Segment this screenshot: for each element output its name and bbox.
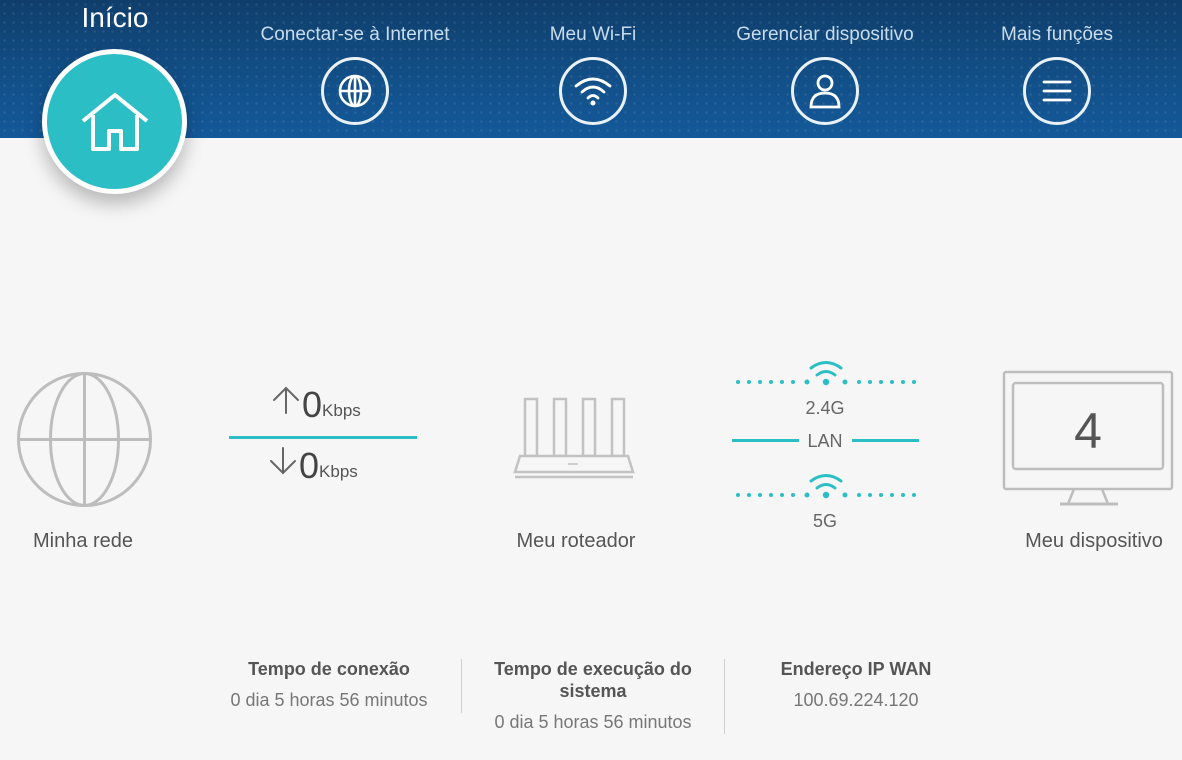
nav-manage-device[interactable]: Gerenciar dispositivo [715, 0, 935, 138]
router-icon[interactable] [512, 396, 636, 487]
lan-label: LAN [807, 431, 843, 451]
wan-ip-value: 100.69.224.120 [793, 690, 919, 710]
device-label: Meu dispositivo [1025, 530, 1163, 552]
wifi-5g-link [733, 473, 919, 506]
download-speed-unit: Kbps [319, 462, 358, 481]
wan-ip-title: Endereço IP WAN [780, 659, 932, 679]
lan-line-right [852, 439, 919, 442]
nav-home-label[interactable]: Início [0, 2, 230, 34]
info-divider [461, 659, 462, 713]
router-label: Meu roteador [516, 530, 636, 552]
menu-icon[interactable] [1023, 57, 1091, 125]
home-icon [47, 54, 182, 189]
download-arrow-icon [269, 446, 297, 481]
connection-time-value: 0 dia 5 horas 56 minutos [230, 690, 428, 710]
nav-my-wifi-label: Meu Wi-Fi [549, 24, 637, 45]
device-count: 4 [1074, 403, 1102, 459]
network-label: Minha rede [32, 530, 134, 552]
download-speed-value: 0 [299, 445, 320, 486]
wifi-24g-link [733, 360, 919, 393]
upload-speed: 0 Kbps [272, 384, 361, 426]
download-speed: 0 Kbps [269, 445, 358, 487]
router-home-page: Início Conectar-se à Internet Meu Wi-Fi [0, 0, 1182, 760]
nav-manage-device-label: Gerenciar dispositivo [736, 24, 914, 45]
lan-line-left [732, 439, 799, 442]
upload-arrow-icon [272, 385, 300, 420]
user-icon[interactable] [791, 57, 859, 125]
band-5g-label: 5G [812, 511, 837, 531]
nav-more-functions[interactable]: Mais funções [976, 0, 1138, 138]
connection-time-title: Tempo de conexão [248, 659, 410, 679]
nav-more-functions-label: Mais funções [1001, 24, 1113, 45]
globe-icon[interactable] [321, 57, 389, 125]
home-button[interactable] [42, 49, 187, 194]
network-globe-icon[interactable] [16, 371, 153, 513]
info-divider [724, 659, 725, 734]
uptime-value: 0 dia 5 horas 56 minutos [494, 712, 692, 732]
upload-speed-unit: Kbps [322, 401, 361, 420]
uptime-info: Tempo de execução do sistema 0 dia 5 hor… [478, 658, 708, 733]
connection-time-info: Tempo de conexão 0 dia 5 horas 56 minuto… [214, 658, 444, 711]
wifi-icon[interactable] [559, 57, 627, 125]
nav-my-wifi[interactable]: Meu Wi-Fi [513, 0, 673, 138]
nav-connect-internet-label: Conectar-se à Internet [260, 24, 450, 45]
wan-ip-info: Endereço IP WAN 100.69.224.120 [746, 658, 966, 711]
band-24g-label: 2.4G [805, 398, 845, 418]
nav-connect-internet[interactable]: Conectar-se à Internet [245, 0, 465, 138]
upload-speed-value: 0 [302, 384, 323, 425]
uptime-title: Tempo de execução do sistema [494, 659, 692, 701]
speed-divider [229, 436, 417, 439]
